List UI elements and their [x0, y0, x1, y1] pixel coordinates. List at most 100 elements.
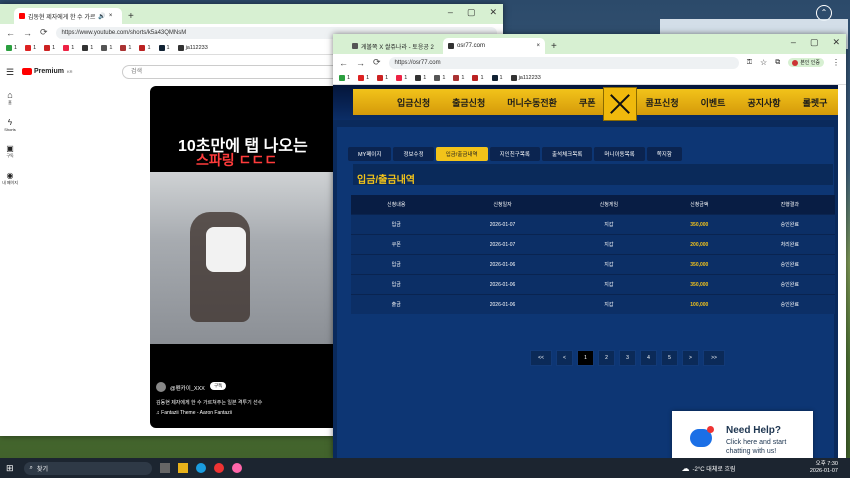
video-music[interactable]: ♫ Fantazii Theme - Aaron Fantazii: [156, 410, 232, 416]
nav-comp[interactable]: 콤프신청: [646, 96, 679, 109]
site-tab-2[interactable]: osr77.com ×: [443, 38, 545, 54]
page-prev[interactable]: <: [556, 350, 573, 366]
sidebar-item-home[interactable]: ⌂ 홈: [0, 90, 20, 106]
page-2[interactable]: 2: [598, 350, 615, 366]
site-url-input[interactable]: https://osr77.com: [388, 56, 739, 69]
page-first[interactable]: <<: [530, 350, 552, 366]
bookmark[interactable]: 1: [396, 74, 407, 81]
yt-search-input[interactable]: 검색: [122, 65, 352, 79]
files-icon[interactable]: [177, 463, 188, 473]
page-3[interactable]: 3: [619, 350, 636, 366]
clock[interactable]: 오후 7:30 2026-01-07: [810, 461, 838, 475]
bookmark[interactable]: 1: [101, 44, 112, 51]
bookmark[interactable]: 1: [339, 74, 350, 81]
bookmark[interactable]: 1: [44, 44, 55, 51]
minimize-icon[interactable]: –: [448, 7, 453, 18]
bookmark[interactable]: 1: [491, 74, 503, 81]
extensions-icon[interactable]: ⧉: [775, 59, 780, 67]
youtube-logo-text: Premium: [34, 68, 64, 75]
forward-icon[interactable]: →: [23, 28, 32, 38]
windows-start-icon[interactable]: ⊞: [6, 463, 14, 474]
more-icon[interactable]: ⋮: [832, 58, 840, 67]
shorts-video-player[interactable]: 10초만에 탭 나오는 스파링 ㄷㄷㄷ @펜카이_XXX 구독 김동현 제자에게…: [150, 86, 333, 428]
tab-close-icon[interactable]: ×: [536, 43, 540, 49]
yt-tab[interactable]: 김동현 제자에게 한 수 가르 🔊 ×: [14, 8, 122, 24]
back-icon[interactable]: ←: [339, 58, 348, 68]
site-tab-1[interactable]: 게볼쪽 X 쌀쥬나라 - 토응공 2: [347, 38, 443, 54]
chrome-icon[interactable]: [213, 463, 224, 473]
page-4[interactable]: 4: [640, 350, 657, 366]
bookmark[interactable]: 1: [158, 44, 170, 51]
bookmark[interactable]: 1: [434, 74, 445, 81]
new-tab-button[interactable]: +: [122, 11, 140, 24]
minimize-icon[interactable]: –: [791, 37, 796, 48]
bookmark[interactable]: 1: [6, 44, 17, 51]
nav-withdraw[interactable]: 출금신청: [452, 96, 485, 109]
bookmark[interactable]: 1: [453, 74, 464, 81]
nav-roulette[interactable]: 롤렛구: [803, 96, 828, 109]
close-window-icon[interactable]: ✕: [489, 7, 497, 18]
sidebar-item-my-page[interactable]: ◉ 내 페이지: [0, 171, 20, 186]
nav-event[interactable]: 이벤트: [701, 96, 726, 109]
help-chat-popup[interactable]: Need Help? Click here and start chatting…: [672, 411, 813, 458]
menu-icon[interactable]: ☰: [6, 67, 14, 78]
edge-icon[interactable]: [195, 463, 206, 473]
reload-icon[interactable]: ⟳: [373, 57, 381, 68]
star-icon[interactable]: ☆: [760, 58, 767, 67]
taskview-icon[interactable]: [159, 463, 170, 473]
key-icon[interactable]: ⚿: [747, 59, 752, 67]
yt-tab-bar: 김동현 제자에게 한 수 가르 🔊 × + – ▢ ✕: [0, 4, 503, 24]
subtab-edit-info[interactable]: 정보수정: [393, 147, 434, 161]
channel-avatar[interactable]: [156, 382, 166, 392]
youtube-logo[interactable]: Premium KR: [22, 68, 73, 75]
bookmark[interactable]: 1: [472, 74, 484, 81]
chrome-active-icon[interactable]: [231, 463, 242, 473]
bookmark[interactable]: 1: [25, 44, 36, 51]
nav-coupon[interactable]: 쿠폰: [579, 96, 596, 109]
page-5[interactable]: 5: [661, 350, 678, 366]
subtab-history[interactable]: 입금/출금내역: [435, 147, 488, 161]
subtab-money-move[interactable]: 머니이동목록: [594, 147, 645, 161]
table-header-row: 신청내용 신청일자 신청게임 신청금액 진행결과: [351, 195, 835, 215]
sidebar-item-shorts[interactable]: ϟ Shorts: [0, 118, 20, 132]
bookmark[interactable]: 1: [139, 44, 151, 51]
bookmark-favicon-icon: [377, 74, 384, 81]
close-window-icon[interactable]: ✕: [832, 37, 840, 48]
nav-notice[interactable]: 공지사항: [747, 96, 780, 109]
bookmark[interactable]: ja112233: [177, 44, 208, 51]
bookmark[interactable]: ja112233: [510, 74, 541, 81]
bookmark[interactable]: 1: [63, 44, 74, 51]
back-icon[interactable]: ←: [6, 28, 15, 38]
bookmark[interactable]: 1: [358, 74, 369, 81]
speaker-icon[interactable]: 🔊: [98, 13, 105, 20]
nav-money-convert[interactable]: 머니수동전환: [507, 96, 557, 109]
forward-icon[interactable]: →: [356, 58, 365, 68]
bookmark-favicon-icon: [491, 74, 498, 81]
sidebar-item-subscriptions[interactable]: ▣ 구독: [0, 144, 20, 159]
maximize-icon[interactable]: ▢: [810, 37, 819, 48]
tab-close-icon[interactable]: ×: [109, 13, 113, 19]
subscribe-button[interactable]: 구독: [210, 382, 227, 390]
subtab-friends[interactable]: 지인친구목록: [489, 147, 540, 161]
subtab-attendance[interactable]: 출석체크목록: [541, 147, 593, 161]
profile-badge[interactable]: 본인 인증: [788, 58, 824, 67]
bookmark[interactable]: 1: [377, 74, 388, 81]
taskbar-search[interactable]: ⌕ 찾기: [23, 461, 152, 475]
page-last[interactable]: >>: [703, 350, 725, 366]
weather-text[interactable]: -2°C 대체로 흐림: [693, 464, 736, 473]
channel-name[interactable]: @펜카이_XXX: [170, 384, 205, 392]
nav-deposit[interactable]: 입금신청: [397, 96, 430, 109]
new-tab-button[interactable]: +: [545, 41, 563, 54]
bookmark[interactable]: 1: [82, 44, 93, 51]
page-next[interactable]: >: [682, 350, 699, 366]
bookmark[interactable]: 1: [120, 44, 131, 51]
maximize-icon[interactable]: ▢: [467, 7, 476, 18]
bookmark[interactable]: 1: [415, 74, 426, 81]
pagination: << < 1 2 3 4 5 > >>: [530, 350, 725, 366]
youtube-logo-region: KR: [66, 69, 73, 74]
page-1[interactable]: 1: [577, 350, 594, 366]
subtab-mypage[interactable]: MY페이지: [348, 147, 392, 161]
subtab-messages[interactable]: 쪽지함: [646, 147, 682, 161]
reload-icon[interactable]: ⟳: [40, 27, 48, 38]
close-x-icon[interactable]: [603, 87, 637, 121]
